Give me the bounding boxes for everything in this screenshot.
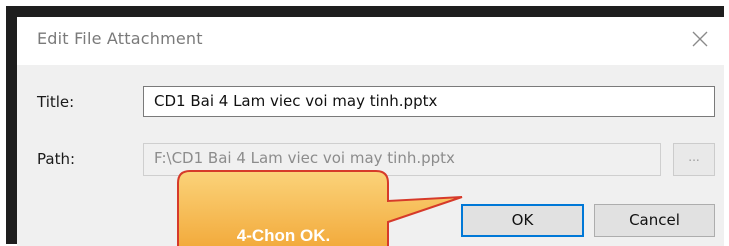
title-label: Title: — [37, 93, 75, 111]
path-label: Path: — [37, 150, 76, 168]
title-input[interactable]: CD1 Bai 4 Lam viec voi may tinh.pptx — [143, 86, 715, 117]
close-icon[interactable] — [689, 28, 711, 50]
dialog-titlebar: Edit File Attachment — [17, 17, 724, 65]
ok-button[interactable]: OK — [461, 204, 584, 237]
dialog-title: Edit File Attachment — [37, 29, 203, 48]
callout-text: 4-Chon OK. — [236, 226, 331, 245]
browse-button[interactable]: ... — [673, 143, 715, 176]
cancel-button[interactable]: Cancel — [594, 204, 715, 237]
